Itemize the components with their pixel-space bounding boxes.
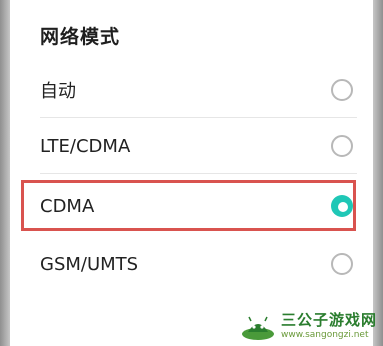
background-left [0,0,10,346]
option-auto[interactable]: 自动 [30,62,357,118]
option-lte-cdma[interactable]: LTE/CDMA [30,118,357,174]
radio-checked-icon[interactable] [331,195,353,217]
option-gsm-umts[interactable]: GSM/UMTS [30,236,357,292]
android-logo-icon [241,316,274,340]
option-label: 自动 [40,81,76,102]
background-right [373,0,383,346]
network-mode-dialog: 网络模式 自动 LTE/CDMA CDMA GSM/UMTS [10,0,373,346]
option-cdma[interactable]: CDMA [30,178,357,234]
dialog-title: 网络模式 [40,26,121,48]
option-label: LTE/CDMA [40,135,131,157]
watermark-url: www.sangongzi.net [280,329,369,340]
radio-unchecked-icon[interactable] [331,135,353,157]
option-label: CDMA [40,195,95,217]
radio-unchecked-icon[interactable] [331,253,353,275]
option-label: GSM/UMTS [40,253,139,275]
watermark-title: 三公子游戏网 [280,310,377,329]
site-watermark: 三公子游戏网 www.sangongzi.net [241,312,377,340]
radio-unchecked-icon[interactable] [331,79,353,101]
